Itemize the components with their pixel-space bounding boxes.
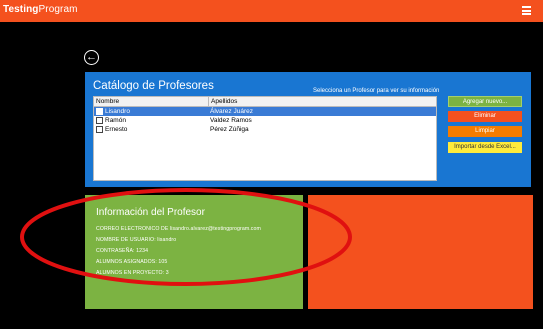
add-new-button[interactable]: Agregar nuevo... <box>448 96 522 107</box>
info-email: CORREO ELECTRONICO DE lisandro.alvarez@t… <box>96 226 261 232</box>
back-arrow-icon[interactable]: ← <box>84 50 99 65</box>
import-excel-button[interactable]: Importar desde Excel... <box>448 142 522 153</box>
app-title: TestingProgram <box>3 4 78 15</box>
row-checkbox[interactable] <box>96 126 103 133</box>
column-header-apellidos[interactable]: Apellidos <box>209 97 237 106</box>
table-row[interactable]: Lisandro Álvarez Juárez <box>94 107 436 116</box>
info-title: Información del Profesor <box>96 207 205 218</box>
catalog-title: Catálogo de Profesores <box>93 80 214 92</box>
cell-apellidos: Álvarez Juárez <box>210 108 253 115</box>
table-row[interactable]: Ernesto Pérez Zúñiga <box>94 125 436 134</box>
info-project-students: ALUMNOS EN PROYECTO: 3 <box>96 270 169 276</box>
teacher-info-panel: Información del Profesor CORREO ELECTRON… <box>85 195 303 309</box>
table-header: Nombre Apellidos <box>94 97 436 107</box>
column-header-nombre[interactable]: Nombre <box>94 97 209 106</box>
orange-tile[interactable] <box>308 195 533 309</box>
teachers-table: Nombre Apellidos Lisandro Álvarez Juárez R… <box>93 96 437 181</box>
info-username: NOMBRE DE USUARIO: lisandro <box>96 237 177 243</box>
delete-button[interactable]: Eliminar <box>448 111 522 122</box>
catalog-hint: Selecciona un Profesor para ver su infor… <box>313 88 440 94</box>
cell-nombre: Lisandro <box>94 107 208 116</box>
row-checkbox[interactable] <box>96 108 103 115</box>
nombre-text: Ramón <box>105 117 126 124</box>
info-password: CONTRASEÑA: 1234 <box>96 248 149 254</box>
cell-nombre: Ramón <box>94 116 208 125</box>
teacher-catalog-panel: Catálogo de Profesores Selecciona un Pro… <box>85 72 531 187</box>
app-title-rest: Program <box>38 4 78 15</box>
nombre-text: Ernesto <box>105 126 128 133</box>
hamburger-menu-icon[interactable] <box>522 6 531 15</box>
cell-nombre: Ernesto <box>94 125 208 134</box>
app-title-bold: Testing <box>3 4 39 15</box>
cell-apellidos: Valdez Ramos <box>210 117 252 124</box>
clear-button[interactable]: Limpiar <box>448 126 522 137</box>
row-checkbox[interactable] <box>96 117 103 124</box>
cell-apellidos: Pérez Zúñiga <box>210 126 249 133</box>
table-row[interactable]: Ramón Valdez Ramos <box>94 116 436 125</box>
nombre-text: Lisandro <box>105 108 130 115</box>
info-assigned-students: ALUMNOS ASIGNADOS: 105 <box>96 259 168 265</box>
top-bar: TestingProgram <box>0 0 543 22</box>
